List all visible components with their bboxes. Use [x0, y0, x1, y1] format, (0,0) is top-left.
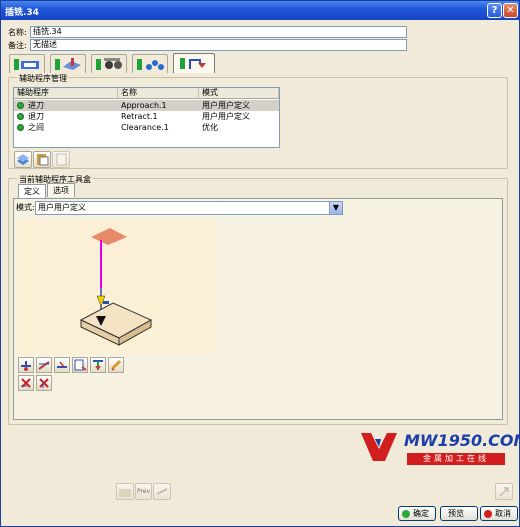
mode-value: 用户用户定义 — [38, 203, 86, 212]
comment-label: 备注: — [8, 41, 27, 50]
cancel-label: 取消 — [495, 509, 511, 518]
axial-motion-icon — [21, 361, 31, 371]
layers-icon — [17, 154, 29, 165]
tab-geometry[interactable] — [50, 54, 86, 73]
window-title: 插铣.34 — [5, 8, 39, 18]
close-button[interactable]: ✕ — [503, 3, 518, 18]
paste-button[interactable] — [33, 151, 51, 168]
plane-motion-icon — [93, 360, 103, 370]
folder-icon — [119, 489, 131, 497]
approach-plane — [91, 228, 127, 245]
remove-all-icon — [39, 378, 49, 388]
next-operation-button[interactable] — [153, 483, 171, 500]
column-header-mode[interactable]: 模式 — [199, 88, 279, 99]
table-row[interactable]: 之间 Clearance.1 优化 — [14, 122, 279, 133]
site-logo: MW1950.COM 金属加工在线 — [359, 431, 520, 469]
help-button[interactable]: ? — [487, 3, 502, 18]
add-line-button[interactable] — [108, 357, 124, 373]
macro-management-title: 辅助程序管理 — [17, 73, 69, 84]
row-program: 进刀 — [28, 101, 44, 110]
comment-field[interactable]: 无描述 — [30, 39, 407, 51]
distance-icon — [74, 359, 87, 371]
macros-icon — [180, 58, 206, 69]
feeds-speeds-icon — [137, 59, 164, 70]
geometry-icon — [55, 58, 81, 70]
ramp-icon — [38, 361, 50, 370]
copy-button[interactable] — [52, 151, 70, 168]
row-mode: 优化 — [202, 123, 218, 132]
prev-button[interactable]: Prev — [135, 483, 152, 500]
activate-button[interactable] — [14, 151, 32, 168]
column-header-name[interactable]: 名称 — [118, 88, 199, 99]
expand-icon — [499, 487, 509, 497]
preview-label: 预览 — [448, 509, 464, 518]
tab-definition[interactable]: 定义 — [18, 184, 46, 199]
strategy-parameters-icon — [14, 59, 39, 70]
logo-text: MW1950.COM — [404, 431, 520, 450]
cancel-icon — [484, 510, 492, 518]
tab-macros[interactable] — [173, 53, 215, 73]
tab-options[interactable]: 选项 — [47, 183, 75, 197]
row-mode: 用户用户定义 — [202, 101, 250, 110]
ok-button[interactable]: 确定 — [398, 506, 436, 521]
previous-operation-button[interactable] — [116, 483, 134, 500]
tab-tool[interactable] — [91, 54, 127, 73]
macro-preview — [17, 220, 216, 354]
table-row[interactable]: 退刀 Retract.1 用户用户定义 — [14, 111, 279, 122]
toolpath-diagram — [79, 228, 153, 346]
row-program: 退刀 — [28, 112, 44, 121]
remove-element-icon — [21, 378, 31, 388]
row-name: Clearance.1 — [121, 123, 169, 132]
tool-icon — [96, 58, 122, 70]
marker — [103, 301, 109, 304]
row-program: 之间 — [28, 123, 44, 132]
cancel-button[interactable]: 取消 — [480, 506, 518, 521]
clipboard-icon — [37, 154, 49, 166]
side-action-button[interactable] — [495, 483, 513, 500]
add-distance-button[interactable] — [72, 357, 88, 373]
row-name: Retract.1 — [121, 112, 158, 121]
document-icon — [56, 153, 67, 166]
status-icon — [17, 113, 24, 120]
mode-select[interactable]: 用户用户定义 ▼ — [35, 201, 343, 215]
mode-label: 模式: — [16, 203, 35, 212]
chevron-down-icon[interactable]: ▼ — [329, 202, 342, 214]
arrow-icon — [156, 488, 168, 495]
name-field[interactable]: 插铣.34 — [30, 26, 407, 38]
logo-subtext: 金属加工在线 — [407, 453, 505, 465]
pencil-icon — [110, 359, 122, 371]
status-icon — [17, 124, 24, 131]
column-header-program[interactable]: 辅助程序 — [14, 88, 118, 99]
add-horizontal-motion-button[interactable] — [54, 357, 70, 373]
add-plane-motion-button[interactable] — [90, 357, 106, 373]
status-icon — [17, 102, 24, 109]
name-label: 名称: — [8, 28, 27, 37]
table-row[interactable]: 进刀 Approach.1 用户用户定义 — [14, 100, 279, 111]
title-bar: 插铣.34 ? ✕ — [1, 1, 519, 20]
horizontal-motion-icon — [57, 361, 67, 368]
tab-strategy-parameters[interactable] — [9, 54, 45, 73]
ok-label: 确定 — [413, 509, 429, 518]
macro-table: 辅助程序 名称 模式 进刀 Approach.1 用户用户定义 退刀 Retra… — [13, 87, 280, 148]
row-name: Approach.1 — [121, 101, 167, 110]
tab-feeds-speeds[interactable] — [132, 54, 168, 73]
add-axial-motion-button[interactable] — [18, 357, 34, 373]
dialog-window: 插铣.34 ? ✕ 名称: 插铣.34 备注: 无描述 辅助程序管理 辅助程序 — [0, 0, 520, 527]
row-mode: 用户用户定义 — [202, 112, 250, 121]
preview-button[interactable]: 预览 — [440, 506, 478, 521]
remove-all-button[interactable] — [36, 375, 52, 391]
add-ramp-button[interactable] — [36, 357, 52, 373]
ok-icon — [402, 510, 410, 518]
remove-element-button[interactable] — [18, 375, 34, 391]
